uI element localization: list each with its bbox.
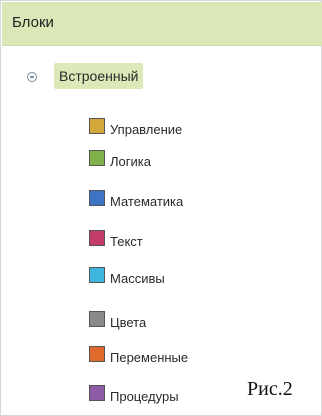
tree-item-label: Управление bbox=[110, 122, 183, 137]
lists-color-swatch bbox=[89, 267, 105, 283]
tree-item-label: Математика bbox=[110, 194, 184, 209]
logic-color-swatch bbox=[89, 150, 105, 166]
text-color-swatch bbox=[89, 230, 105, 246]
figure-caption: Рис.2 bbox=[247, 378, 293, 400]
control-color-swatch bbox=[89, 118, 105, 134]
collapse-icon[interactable] bbox=[27, 72, 37, 82]
tree-item-label: Процедуры bbox=[110, 389, 179, 404]
panel-title: Блоки bbox=[12, 14, 54, 31]
tree-item-label: Текст bbox=[110, 234, 143, 249]
colors-color-swatch bbox=[89, 311, 105, 327]
tree-item-label: Логика bbox=[110, 154, 151, 169]
procedures-color-swatch bbox=[89, 385, 105, 401]
tree-root-label-box[interactable]: Встроенный bbox=[54, 63, 144, 89]
variables-color-swatch bbox=[89, 346, 105, 362]
blocks-panel: Блоки Встроенный Управление Логика Матем… bbox=[0, 0, 322, 416]
math-color-swatch bbox=[89, 190, 105, 206]
tree-root-label: Встроенный bbox=[59, 68, 139, 84]
tree-item-label: Переменные bbox=[110, 350, 189, 365]
tree-item-label: Цвета bbox=[110, 315, 147, 330]
tree-item-label: Массивы bbox=[110, 271, 165, 286]
panel-header: Блоки bbox=[2, 2, 322, 46]
